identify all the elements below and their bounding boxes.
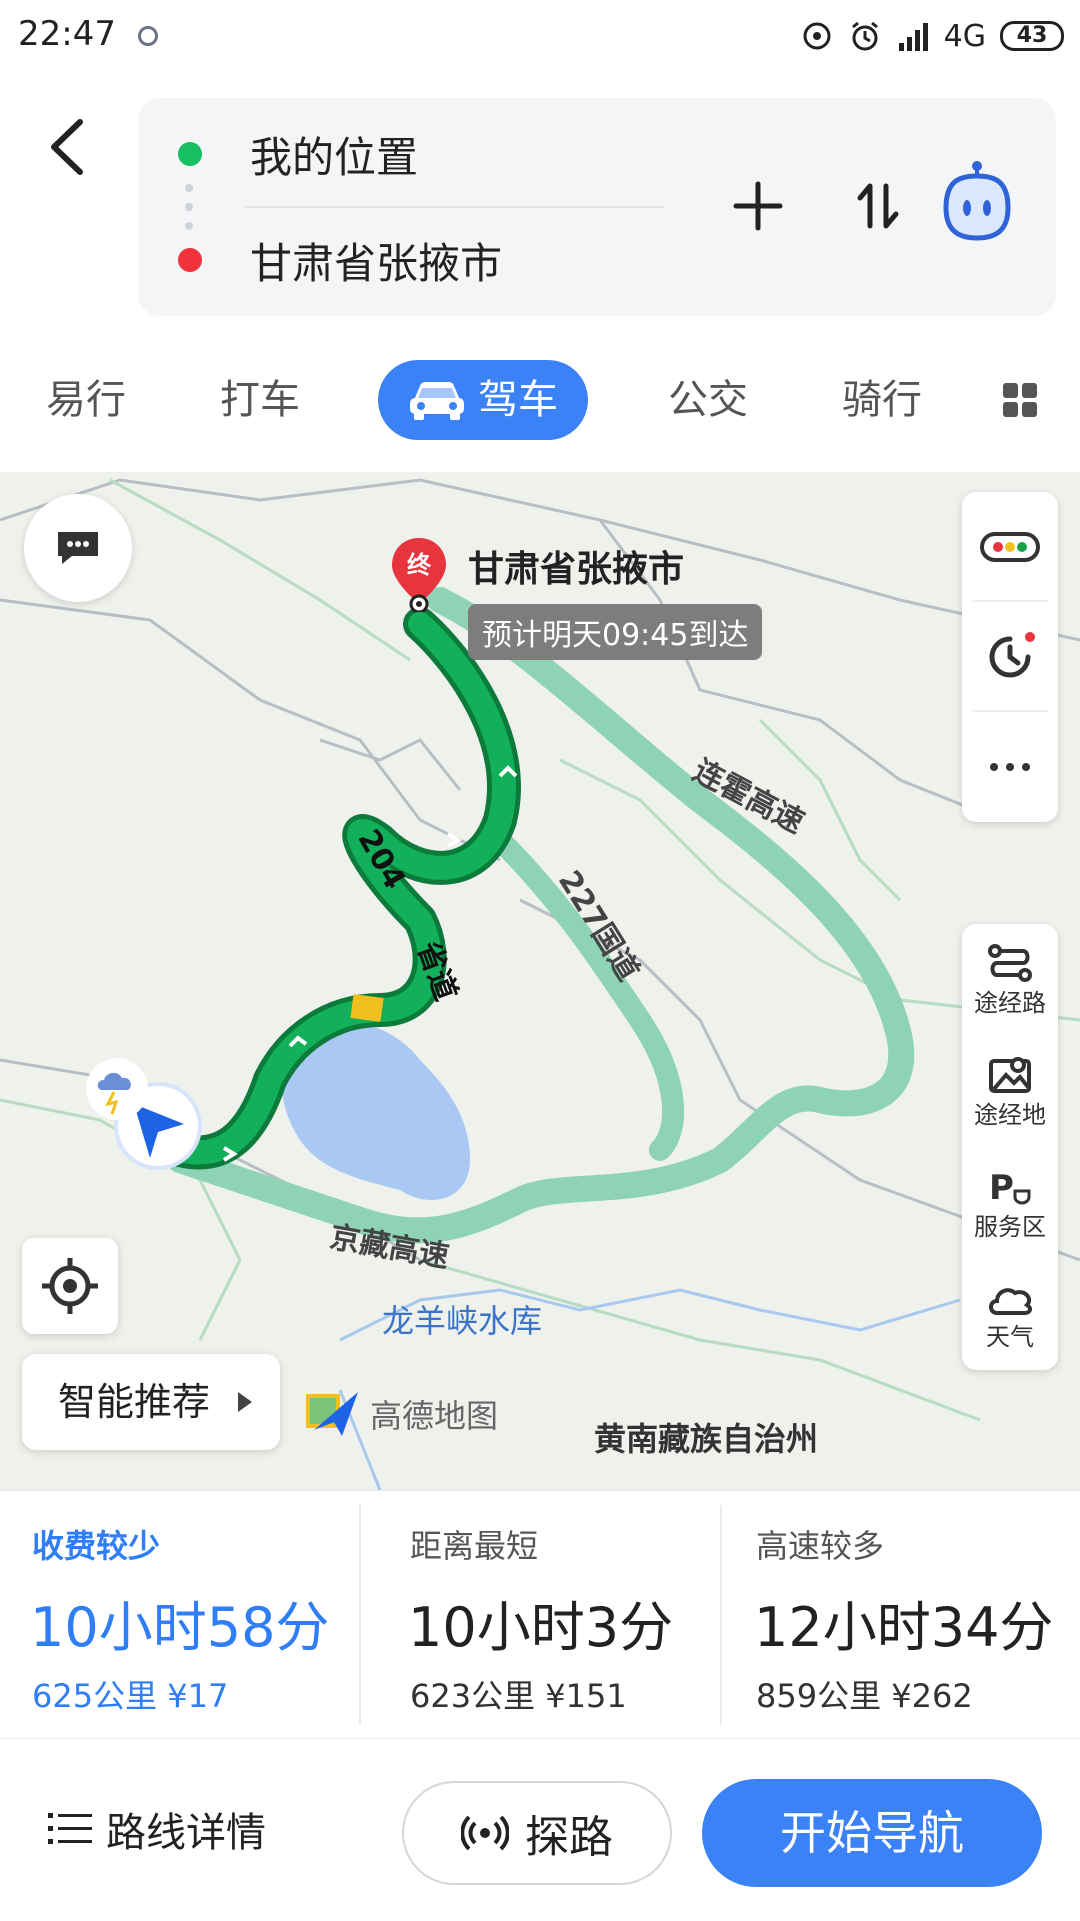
end-dot-icon: [178, 248, 202, 272]
destination-text: 甘肃省张掖市: [250, 238, 503, 288]
route-option-time: 10小时58分: [30, 1596, 330, 1659]
tab-drive-label: 驾车: [478, 377, 558, 423]
status-bar: 22:47 4G 43: [0, 0, 1080, 72]
route-option-meta: 625公里 ¥17: [32, 1677, 229, 1715]
route-connector: [185, 184, 193, 230]
route-option-1[interactable]: 收费较少 10小时58分 625公里 ¥17: [0, 1491, 360, 1739]
cloud-icon: [989, 1287, 1033, 1315]
route-option-2[interactable]: 距离最短 10小时3分 623公里 ¥151: [378, 1491, 738, 1739]
start-navigation-button[interactable]: 开始导航: [702, 1779, 1042, 1887]
via-road-button[interactable]: 途经路: [962, 924, 1058, 1036]
tab-drive[interactable]: 驾车: [378, 360, 588, 440]
signal-icon: [898, 23, 928, 51]
play-triangle-icon: [238, 1392, 252, 1412]
service-area-icon: P: [989, 1168, 1031, 1207]
battery-indicator: 43: [1000, 21, 1064, 51]
service-area-label: 服务区: [974, 1212, 1046, 1241]
clock-reload-icon: [989, 632, 1035, 678]
hotspot-icon: [803, 22, 831, 50]
start-location-row[interactable]: 我的位置: [178, 124, 418, 184]
more-tools-button[interactable]: [962, 712, 1058, 822]
weather-label: 天气: [986, 1322, 1034, 1351]
tab-bike[interactable]: 骑行: [842, 360, 922, 440]
feedback-chat-button[interactable]: [24, 494, 132, 602]
route-option-meta: 623公里 ¥151: [410, 1677, 627, 1715]
tab-taxi[interactable]: 打车: [220, 360, 300, 440]
route-tools-panel: 途经路 途经地 P 服务区 天气: [962, 924, 1058, 1370]
tab-bus[interactable]: 公交: [668, 360, 748, 440]
more-dots-icon: [990, 763, 1030, 771]
locate-me-button[interactable]: [22, 1238, 118, 1334]
route-options: 收费较少 10小时58分 625公里 ¥17 距离最短 10小时3分 623公里…: [0, 1490, 1080, 1739]
weather-button[interactable]: 天气: [962, 1260, 1058, 1372]
smart-recommend-button[interactable]: 智能推荐: [22, 1354, 280, 1450]
start-dot-icon: [178, 142, 202, 166]
traffic-light-icon: [980, 532, 1040, 562]
swap-direction-icon[interactable]: [848, 176, 908, 236]
alarm-icon: [851, 21, 878, 51]
route-details-button[interactable]: 路线详情: [48, 1799, 266, 1859]
route-via-icon: [988, 943, 1032, 982]
via-road-label: 途经路: [974, 988, 1046, 1017]
crosshair-icon: [42, 1258, 98, 1314]
route-option-tag: 高速较多: [756, 1527, 885, 1565]
smart-recommend-label: 智能推荐: [58, 1380, 211, 1424]
bottom-action-bar: 路线详情 探路 开始导航: [0, 1738, 1080, 1921]
chat-bubble-icon: [58, 532, 98, 564]
traffic-toggle[interactable]: [962, 492, 1058, 602]
route-option-3[interactable]: 高速较多 12小时34分 859公里 ¥262: [724, 1491, 1080, 1739]
destination-marker-icon[interactable]: 终: [388, 536, 450, 612]
route-option-tag: 距离最短: [410, 1527, 539, 1565]
network-type: 4G: [943, 18, 986, 54]
add-waypoint-icon[interactable]: [728, 176, 788, 236]
svg-text:终: 终: [407, 551, 432, 579]
broadcast-icon: [461, 1815, 509, 1851]
status-icons: 4G 43: [800, 14, 1064, 58]
start-location-text: 我的位置: [250, 132, 419, 182]
list-icon: [48, 1813, 92, 1844]
map-label-huangnan: 黄南藏族自治州: [594, 1420, 819, 1458]
route-details-label: 路线详情: [106, 1810, 266, 1856]
more-modes-grid-icon[interactable]: [1002, 382, 1038, 418]
via-place-button[interactable]: 途经地: [962, 1036, 1058, 1148]
route-option-tag: 收费较少: [32, 1527, 161, 1565]
amap-logo-icon: [306, 1392, 358, 1436]
tab-yixing[interactable]: 易行: [46, 360, 126, 440]
weather-storm-icon: [86, 1058, 148, 1120]
map-destination-name: 甘肃省张掖市: [468, 549, 685, 590]
route-option-time: 10小时3分: [408, 1596, 674, 1659]
transport-mode-tabs: 易行 打车 驾车 公交 骑行: [0, 360, 1080, 450]
probe-road-button[interactable]: 探路: [402, 1781, 672, 1885]
route-option-meta: 859公里 ¥262: [756, 1677, 973, 1715]
route-option-time: 12小时34分: [754, 1596, 1054, 1659]
back-arrow-icon[interactable]: [40, 112, 94, 182]
via-place-label: 途经地: [974, 1100, 1046, 1129]
status-app-icon: [138, 26, 158, 46]
row-divider: [244, 206, 664, 208]
departure-time-button[interactable]: [962, 602, 1058, 712]
status-time: 22:47: [18, 14, 116, 54]
eta-badge: 预计明天09:45到达: [468, 604, 763, 660]
service-area-button[interactable]: P 服务区: [962, 1148, 1058, 1260]
probe-road-label: 探路: [525, 1812, 613, 1863]
map-pin-icon: [989, 1056, 1031, 1093]
amap-logo-text: 高德地图: [370, 1397, 499, 1435]
assistant-robot-icon[interactable]: [938, 160, 1016, 242]
map-label-reservoir: 龙羊峡水库: [382, 1302, 543, 1340]
map-tools-panel: [962, 492, 1058, 822]
car-icon: [410, 382, 464, 420]
route-map[interactable]: 终 甘肃省张掖市 预计明天09:45到达 连霍高速 227国道 204 省道 京…: [0, 472, 1080, 1490]
svg-text:P: P: [989, 1168, 1014, 1207]
destination-row[interactable]: 甘肃省张掖市: [178, 230, 502, 290]
amap-logo: 高德地图: [302, 1384, 498, 1444]
